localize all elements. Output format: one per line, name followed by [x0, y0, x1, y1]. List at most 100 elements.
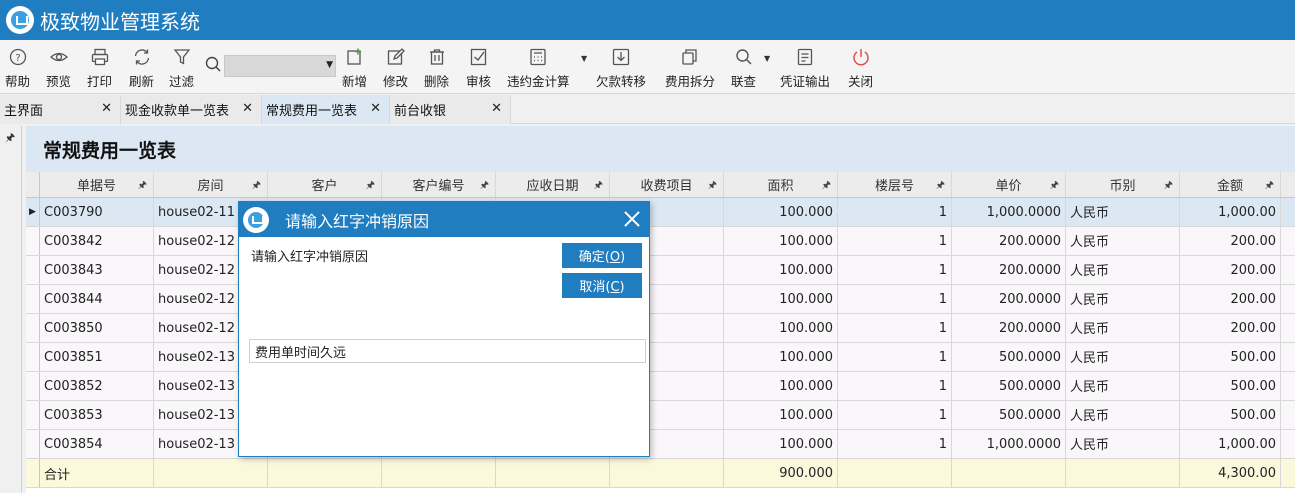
refresh-button[interactable]: 刷新: [129, 46, 154, 90]
cell-unit-price[interactable]: 200.0000: [952, 285, 1066, 313]
cell-amount[interactable]: 200.00: [1180, 314, 1281, 342]
pin-icon[interactable]: 🖈: [252, 178, 261, 195]
cell-doc-no[interactable]: C003851: [40, 343, 154, 371]
cell-currency[interactable]: 人民币: [1066, 372, 1180, 400]
cell-doc-no[interactable]: C003790: [40, 198, 154, 226]
close-icon[interactable]: [621, 208, 643, 230]
fee-split-button[interactable]: 费用拆分: [665, 46, 715, 90]
table-row[interactable]: ▶ C003790 house02-11 100.000 1 1,000.0000 人民币 1…: [26, 198, 1295, 227]
pin-icon[interactable]: 🖈: [822, 178, 831, 195]
cell-doc-no[interactable]: C003852: [40, 372, 154, 400]
cell-floor[interactable]: 1: [838, 372, 952, 400]
pin-icon[interactable]: 🖈: [366, 178, 375, 195]
close-icon[interactable]: ✕: [101, 101, 112, 116]
query-dropdown-icon[interactable]: ▼: [764, 54, 770, 63]
ok-button[interactable]: 确定(O): [562, 243, 642, 268]
cell-area[interactable]: 100.000: [724, 401, 838, 429]
column-header-amount[interactable]: 金额 🖈: [1180, 172, 1281, 197]
cell-area[interactable]: 100.000: [724, 285, 838, 313]
pin-icon[interactable]: 🖈: [1164, 178, 1173, 195]
cell-unit-price[interactable]: 500.0000: [952, 401, 1066, 429]
reason-input[interactable]: [249, 339, 646, 363]
search-combo[interactable]: ▼: [224, 55, 336, 77]
query-button[interactable]: 联查: [731, 46, 756, 90]
cell-area[interactable]: 100.000: [724, 227, 838, 255]
table-row[interactable]: C003851 house02-13 100.000 1 500.0000 人民币 500.…: [26, 343, 1295, 372]
cell-doc-no[interactable]: C003854: [40, 430, 154, 458]
cell-doc-no[interactable]: C003842: [40, 227, 154, 255]
print-button[interactable]: 打印: [87, 46, 112, 90]
pin-icon[interactable]: 🖈: [5, 129, 15, 148]
table-row[interactable]: C003844 house02-12 100.000 1 200.0000 人民币 200.…: [26, 285, 1295, 314]
arrears-transfer-button[interactable]: 欠款转移: [596, 46, 646, 90]
cell-doc-no[interactable]: C003853: [40, 401, 154, 429]
tab-main[interactable]: 主界面 ✕: [0, 95, 121, 124]
edit-button[interactable]: 修改: [383, 46, 408, 90]
cell-area[interactable]: 100.000: [724, 343, 838, 371]
cell-amount[interactable]: 500.00: [1180, 343, 1281, 371]
table-row[interactable]: C003843 house02-12 100.000 1 200.0000 人民币 200.…: [26, 256, 1295, 285]
tab-front-desk-cashier[interactable]: 前台收银 ✕: [390, 95, 511, 124]
cell-floor[interactable]: 1: [838, 430, 952, 458]
column-header-unit-price[interactable]: 单价 🖈: [952, 172, 1066, 197]
cell-amount[interactable]: 200.00: [1180, 285, 1281, 313]
cell-amount[interactable]: 200.00: [1180, 227, 1281, 255]
cell-doc-no[interactable]: C003844: [40, 285, 154, 313]
table-row[interactable]: C003852 house02-13 100.000 1 500.0000 人民币 500.…: [26, 372, 1295, 401]
cell-area[interactable]: 100.000: [724, 198, 838, 226]
table-row[interactable]: C003853 house02-13 100.000 1 500.0000 人民币 500.…: [26, 401, 1295, 430]
cell-unit-price[interactable]: 500.0000: [952, 343, 1066, 371]
cell-doc-no[interactable]: C003850: [40, 314, 154, 342]
cell-currency[interactable]: 人民币: [1066, 314, 1180, 342]
cell-currency[interactable]: 人民币: [1066, 285, 1180, 313]
pin-icon[interactable]: 🖈: [594, 178, 603, 195]
table-row[interactable]: C003842 house02-12 100.000 1 200.0000 人民币 200.…: [26, 227, 1295, 256]
column-header-fee-item[interactable]: 收费项目 🖈: [610, 172, 724, 197]
cell-unit-price[interactable]: 1,000.0000: [952, 198, 1066, 226]
cell-area[interactable]: 100.000: [724, 256, 838, 284]
column-header-due-date[interactable]: 应收日期 🖈: [496, 172, 610, 197]
column-header-doc-no[interactable]: 单据号 🖈: [40, 172, 154, 197]
cell-amount[interactable]: 1,000.00: [1180, 198, 1281, 226]
pin-icon[interactable]: 🖈: [708, 178, 717, 195]
filter-button[interactable]: 过滤: [169, 46, 194, 90]
delete-button[interactable]: 删除: [424, 46, 449, 90]
table-row[interactable]: C003854 house02-13 100.000 1 1,000.0000 人民币 1,…: [26, 430, 1295, 459]
cell-area[interactable]: 100.000: [724, 314, 838, 342]
cell-unit-price[interactable]: 500.0000: [952, 372, 1066, 400]
cell-floor[interactable]: 1: [838, 227, 952, 255]
column-header-currency[interactable]: 币别 🖈: [1066, 172, 1180, 197]
chevron-down-icon[interactable]: ▼: [326, 60, 333, 70]
penalty-calc-button[interactable]: 违约金计算: [507, 46, 570, 90]
tab-cash-receipt-list[interactable]: 现金收款单一览表 ✕: [121, 95, 262, 124]
cell-currency[interactable]: 人民币: [1066, 401, 1180, 429]
pin-icon[interactable]: 🖈: [1050, 178, 1059, 195]
cell-currency[interactable]: 人民币: [1066, 256, 1180, 284]
penalty-dropdown-icon[interactable]: ▼: [581, 54, 587, 63]
cell-amount[interactable]: 1,000.00: [1180, 430, 1281, 458]
cell-doc-no[interactable]: C003843: [40, 256, 154, 284]
close-icon[interactable]: ✕: [370, 101, 381, 116]
cell-floor[interactable]: 1: [838, 198, 952, 226]
cell-floor[interactable]: 1: [838, 285, 952, 313]
cell-currency[interactable]: 人民币: [1066, 227, 1180, 255]
close-icon[interactable]: ✕: [491, 101, 502, 116]
column-header-floor[interactable]: 楼层号 🖈: [838, 172, 952, 197]
help-button[interactable]: ? 帮助: [5, 46, 30, 90]
pin-icon[interactable]: 🖈: [1265, 178, 1274, 195]
pin-icon[interactable]: 🖈: [138, 178, 147, 195]
pin-icon[interactable]: 🖈: [936, 178, 945, 195]
tab-regular-fee-list[interactable]: 常规费用一览表 ✕: [262, 95, 390, 124]
audit-button[interactable]: 审核: [466, 46, 491, 90]
cell-amount[interactable]: 200.00: [1180, 256, 1281, 284]
cell-floor[interactable]: 1: [838, 401, 952, 429]
cancel-button[interactable]: 取消(C): [562, 273, 642, 298]
cell-area[interactable]: 100.000: [724, 430, 838, 458]
close-icon[interactable]: ✕: [242, 101, 253, 116]
cell-amount[interactable]: 500.00: [1180, 401, 1281, 429]
cell-floor[interactable]: 1: [838, 256, 952, 284]
cell-area[interactable]: 100.000: [724, 372, 838, 400]
cell-unit-price[interactable]: 1,000.0000: [952, 430, 1066, 458]
preview-button[interactable]: 预览: [46, 46, 71, 90]
cell-unit-price[interactable]: 200.0000: [952, 314, 1066, 342]
